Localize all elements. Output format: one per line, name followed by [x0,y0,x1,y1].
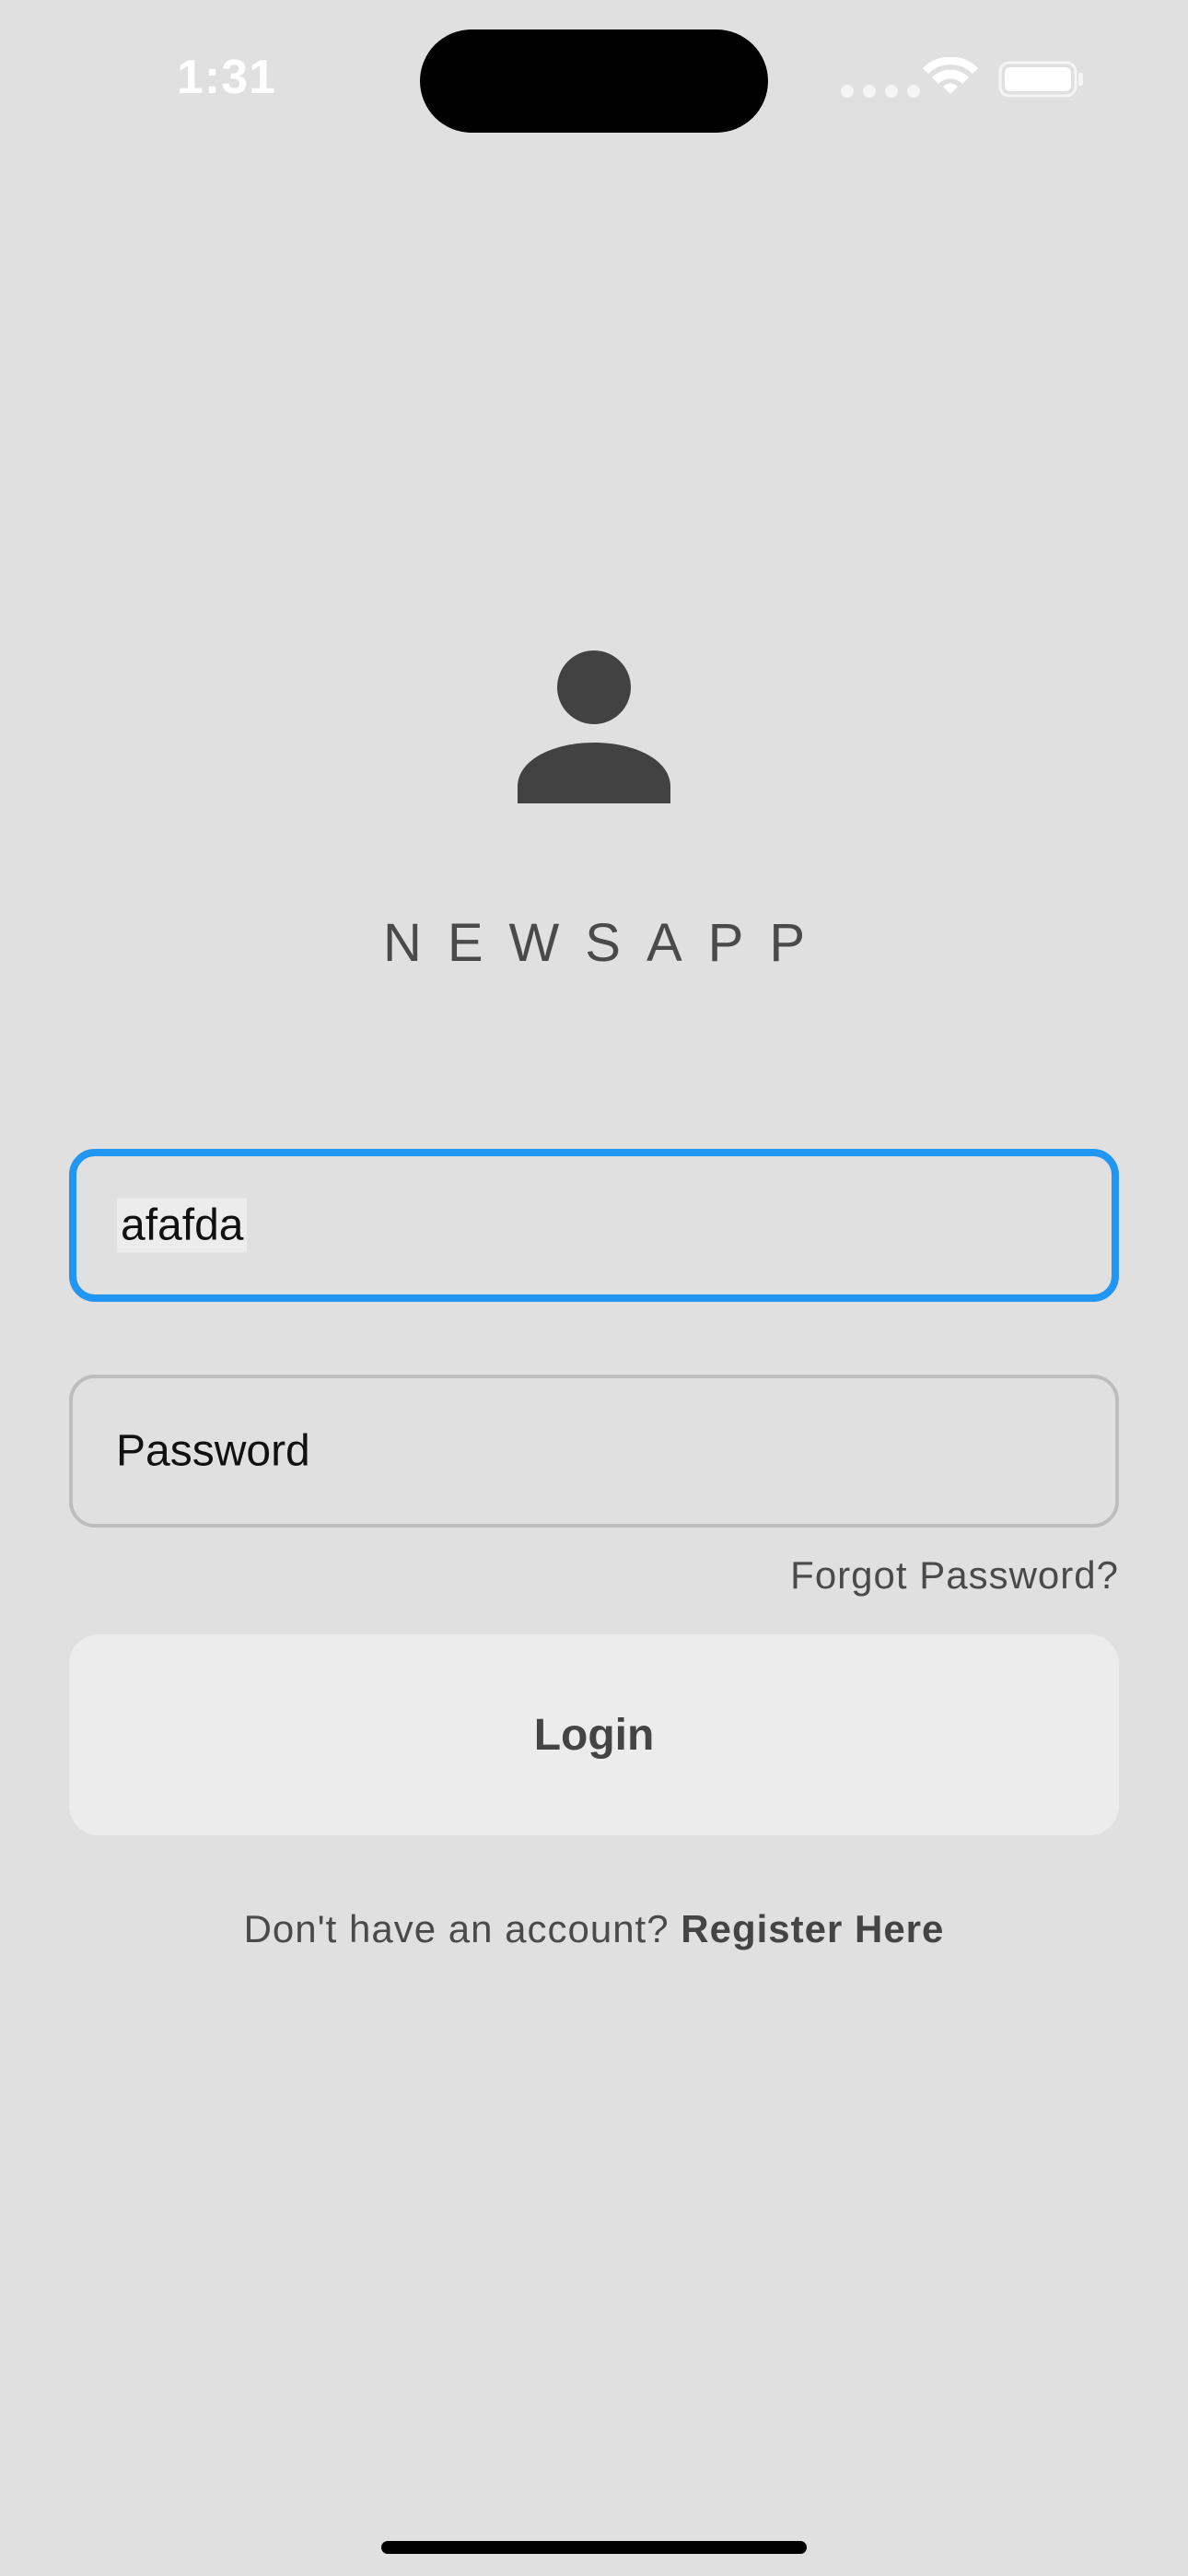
register-prompt: Don't have an account? [243,1907,670,1950]
register-link[interactable]: Register Here [681,1907,944,1950]
wifi-icon [923,57,978,94]
username-field[interactable]: afafda [69,1149,1119,1302]
username-input-value[interactable]: afafda [117,1198,248,1253]
register-row: Don't have an account? Register Here [0,1907,1188,1951]
status-time: 1:31 [177,51,277,104]
forgot-password-link[interactable]: Forgot Password? [790,1553,1119,1598]
password-field[interactable]: Password [69,1375,1119,1528]
login-button[interactable]: Login [69,1634,1119,1835]
password-placeholder: Password [116,1426,310,1476]
app-title: NEWSAPP [382,913,832,973]
battery-icon [998,61,1083,98]
cellular-signal-icon [841,85,920,98]
home-indicator[interactable] [381,2541,807,2554]
person-icon [518,650,670,803]
dynamic-island [420,29,768,133]
login-button-label: Login [533,1710,655,1760]
